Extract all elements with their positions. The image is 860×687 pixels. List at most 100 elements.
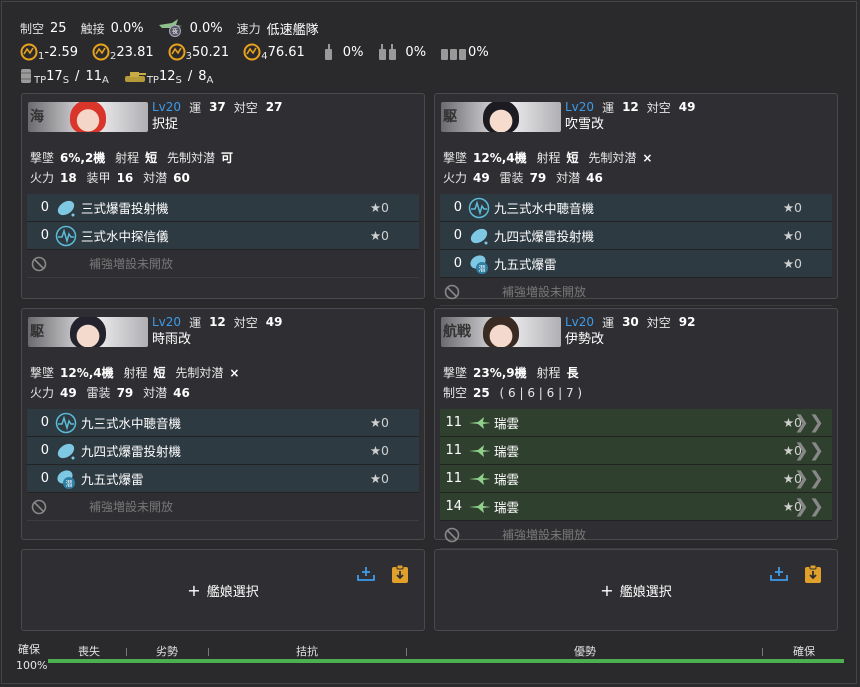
stat-value: 短 [566,151,579,165]
equipment-slot[interactable]: 0 九三式水中聴音機 ★0 [440,194,832,222]
reinforcement-label: 補強増設未開放 [502,285,587,299]
equipment-slot[interactable]: 0 潜 九五式爆雷 ★0 [440,250,832,278]
improvement-level: ★0 [369,471,389,486]
equipment-slot[interactable]: 0 三式水中探信儀 ★0 [27,222,419,250]
improvement-level: ★0 [782,256,802,271]
luck-value: 12 [622,100,639,114]
gauge-tick [762,648,763,656]
import-icon[interactable] [356,564,376,587]
reinforcement-slot[interactable]: 補強増設未開放 [440,521,832,549]
slot-aircraft-count: 0 [40,200,49,215]
stat-label: 先制対潜 [175,366,224,380]
svg-text:潜: 潜 [66,479,73,488]
ship-card-3[interactable]: 駆 Lv20 運 12 対空 49 時雨改 撃墜 12%,4機 射程短 先制対潜 × 火… [21,308,425,540]
stat-label: 火力 [30,171,55,185]
equipment-name: 九五式爆雷 [81,472,144,487]
select-ship-button[interactable]: + 艦娘選択 [435,550,837,630]
equipment-slot[interactable]: 0 九四式爆雷投射機 ★0 [27,437,419,465]
equipment-name: 三式爆雷投射機 [81,201,169,216]
equipment-slot[interactable]: 0 潜 九五式爆雷 ★0 [27,465,419,493]
ship-card-4[interactable]: 航戦 Lv20 運 30 対空 92 伊勢改 撃墜 23%,9機 射程長 制空 25 (… [434,308,838,549]
select-ship-button[interactable]: + 艦娘選択 [22,550,424,630]
equipment-slot[interactable]: 11 瑞雲 ★0 ❯❯ [440,465,832,493]
sonar-icon [468,197,490,219]
improvement-level: ★0 [782,200,802,215]
equipment-name: 九三式水中聴音機 [494,201,595,216]
equipment-slot[interactable]: 11 瑞雲 ★0 ❯❯ [440,437,832,465]
tp-tank-s: 12 [158,68,176,84]
equipment-slot[interactable]: 0 九四式爆雷投射機 ★0 [440,222,832,250]
ship-banner[interactable]: 航戦 [441,317,561,347]
proficiency-chevron-icon: ❯❯ [793,496,824,517]
ship-stats-row-1: 撃墜 12%,4機 射程短 先制対潜 × [435,148,837,168]
reinforcement-slot[interactable]: 補強増設未開放 [27,493,419,521]
stat-label: 火力 [30,386,55,400]
stat-label: 対潜 [143,171,168,185]
stat-value: 79 [116,386,134,400]
equipment-slot[interactable]: 11 瑞雲 ★0 ❯❯ [440,409,832,437]
drum-rate-1: 0% [342,44,364,60]
svg-text:夜: 夜 [172,28,178,36]
stat-value: 49 [473,171,490,185]
equipment-slot[interactable]: 0 九三式水中聴音機 ★0 [27,409,419,437]
ship-card-2[interactable]: 駆 Lv20 運 12 対空 49 吹雪改 撃墜 12%,4機 射程短 先制対潜 × 火… [434,93,838,306]
locked-icon [31,256,53,272]
night-contact-value: 0.0% [189,20,223,36]
ship-banner[interactable]: 駆 [441,102,561,132]
ship-stats-row-1: 撃墜 12%,4機 射程短 先制対潜 × [22,363,424,383]
los-icon [168,43,186,61]
seaplane-bomber-icon [468,440,490,462]
reinforcement-slot[interactable]: 補強増設未開放 [440,278,832,306]
los-value-2: 23.81 [116,44,154,60]
air-slot-breakdown: ( 6 | 6 | 6 | 7 ) [499,386,583,400]
air-state-percent: 100% [16,659,48,672]
sonar-icon [55,412,77,434]
clipboard-paste-icon[interactable] [390,564,410,587]
tp-tank-s-rank: S [175,74,182,86]
slot-aircraft-count: 0 [453,228,462,243]
equipment-name: 瑞雲 [494,472,520,487]
clipboard-paste-icon[interactable] [803,564,823,587]
aa-label: 対空 [233,100,258,115]
import-icon[interactable] [769,564,789,587]
tp-drum-s: 17 [46,68,63,84]
triple-drum-icon [440,43,468,61]
stat-value: 長 [566,366,579,380]
locked-icon [444,284,466,300]
ship-banner[interactable]: 駆 [28,317,148,347]
fleet-summary: 制空 25 触接 0.0% 夜 0.0% 速力 低速艦隊 1 -2.59 2 2… [20,16,840,88]
tp-tank-a-rank: A [206,74,214,86]
improvement-level: ★0 [369,228,389,243]
aa-value: 92 [678,315,696,329]
equipment-slot[interactable]: 0 三式爆雷投射機 ★0 [27,194,419,222]
air-state-label-parity: 拮抗 [296,645,318,658]
equipment-name: 九四式爆雷投射機 [494,229,595,244]
plus-icon: + [600,580,614,600]
slot-aircraft-count: 11 [445,471,462,486]
select-ship-label: 艦娘選択 [619,584,672,600]
los-value-4: 76.61 [267,44,305,60]
equipment-name: 九三式水中聴音機 [81,416,182,431]
ship-banner[interactable]: 海 [28,102,148,132]
air-state-bar [48,659,844,663]
ship-card-1[interactable]: 海 Lv20 運 37 対空 27 択捉 撃墜 6%,2機 射程短 先制対潜可 火力 1… [21,93,425,299]
stat-label: 対潜 [556,171,581,185]
ship-stats-row-2: 火力 49 雷装 79 対潜 46 [22,383,424,403]
add-ship-slot-1[interactable]: + 艦娘選択 [21,549,425,631]
slot-aircraft-count: 11 [445,443,462,458]
slot-aircraft-count: 11 [445,415,462,430]
depth-charge-projector-icon [55,440,77,462]
stat-label: 撃墜 [443,366,468,380]
reinforcement-slot[interactable]: 補強増設未開放 [27,250,419,278]
los-value-1: -2.59 [44,44,79,60]
gauge-tick [208,648,209,656]
stat-label: 撃墜 [30,366,55,380]
los-icon [243,43,261,61]
tp-slash-2: / [187,68,193,84]
equipment-slot[interactable]: 14 瑞雲 ★0 ❯❯ [440,493,832,521]
slot-aircraft-count: 0 [40,228,49,243]
double-drum-icon [377,43,399,61]
air-state-result: 確保 [18,643,40,656]
aa-value: 49 [678,100,696,114]
add-ship-slot-2[interactable]: + 艦娘選択 [434,549,838,631]
